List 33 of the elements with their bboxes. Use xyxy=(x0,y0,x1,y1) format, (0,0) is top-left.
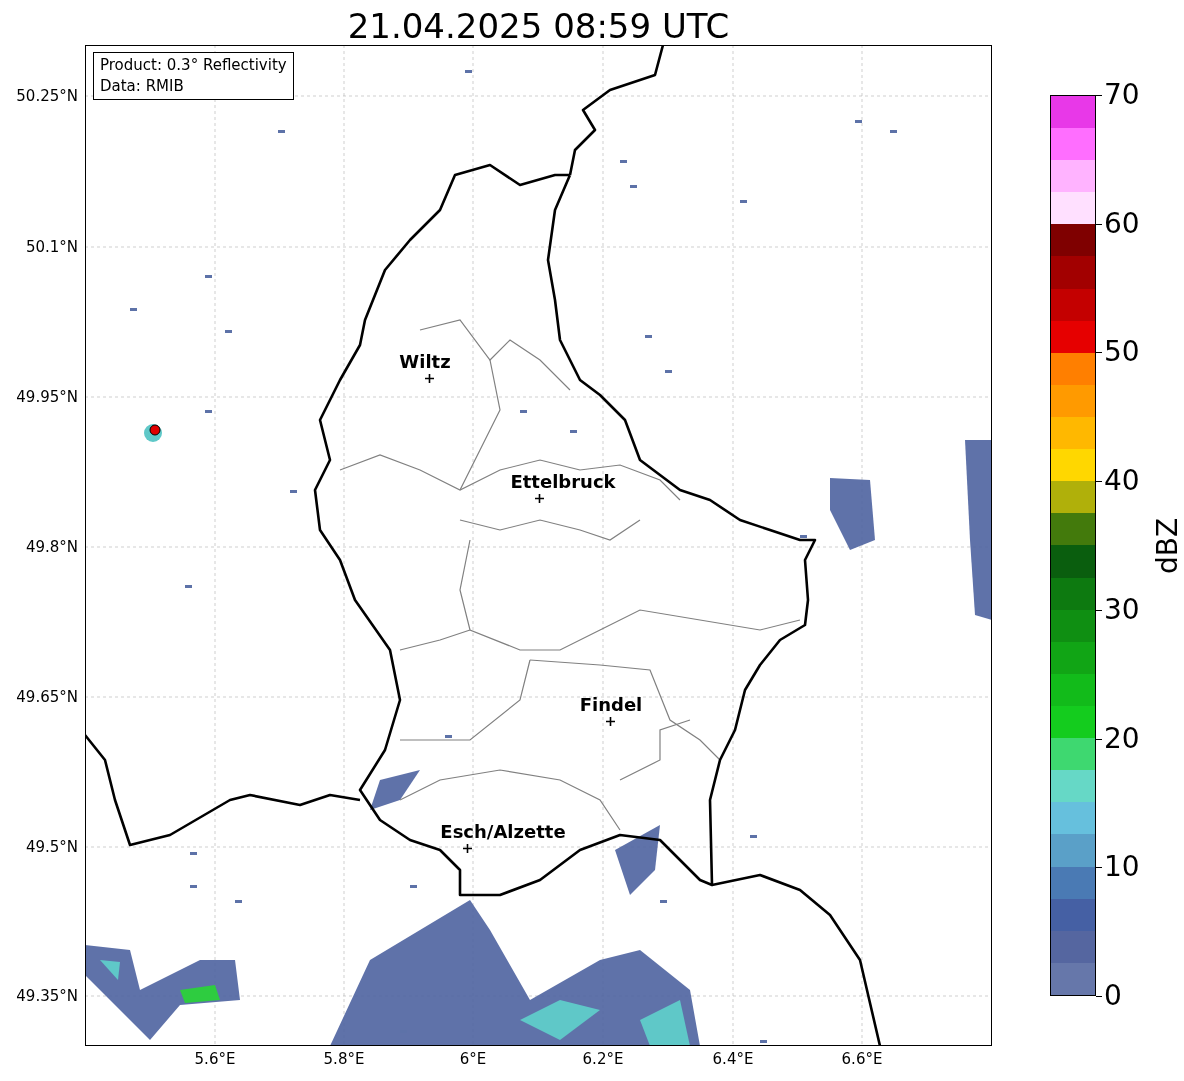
latitude-label: 50.25°N xyxy=(16,87,78,105)
latitude-label: 49.95°N xyxy=(16,388,78,406)
latitude-label: 50.1°N xyxy=(25,238,78,256)
colorbar-tick-label: 30 xyxy=(1104,594,1140,625)
city-marker-icon xyxy=(424,373,434,383)
latitude-label: 49.5°N xyxy=(25,838,78,856)
city-label: Esch/Alzette xyxy=(440,822,566,842)
longitude-label: 5.8°E xyxy=(323,1050,365,1068)
latitude-label: 49.8°N xyxy=(25,538,78,556)
city-label: Findel xyxy=(579,695,643,715)
colorbar-tick-label: 0 xyxy=(1104,981,1122,1011)
colorbar-tick-label: 60 xyxy=(1104,208,1140,239)
longitude-label: 6°E xyxy=(459,1050,487,1068)
city-marker-icon xyxy=(534,493,544,503)
info-text: Product: 0.3° Reflectivity xyxy=(100,55,287,76)
city-label: Wiltz xyxy=(399,352,451,372)
colorbar-tick-label: 40 xyxy=(1104,466,1140,497)
colorbar-tick-label: 50 xyxy=(1104,337,1140,368)
latitude-label: 49.35°N xyxy=(16,987,78,1005)
longitude-label: 6.6°E xyxy=(841,1050,883,1068)
colorbar-tick-label: 10 xyxy=(1104,852,1140,883)
city-marker-icon xyxy=(605,716,615,726)
city-marker-icon xyxy=(462,843,472,853)
latitude-label: 49.65°N xyxy=(16,688,78,706)
longitude-label: 6.4°E xyxy=(712,1050,754,1068)
longitude-label: 5.6°E xyxy=(194,1050,236,1068)
city-label: Ettelbruck xyxy=(510,472,616,492)
colorbar-tick-label: 20 xyxy=(1104,723,1140,754)
longitude-label: 6.2°E xyxy=(582,1050,624,1068)
info-text: Data: RMIB xyxy=(100,76,185,97)
colorbar-label: dBZ xyxy=(1152,517,1184,575)
chart-title: 21.04.2025 08:59 UTC xyxy=(346,5,731,48)
colorbar-tick-label: 70 xyxy=(1104,80,1140,110)
